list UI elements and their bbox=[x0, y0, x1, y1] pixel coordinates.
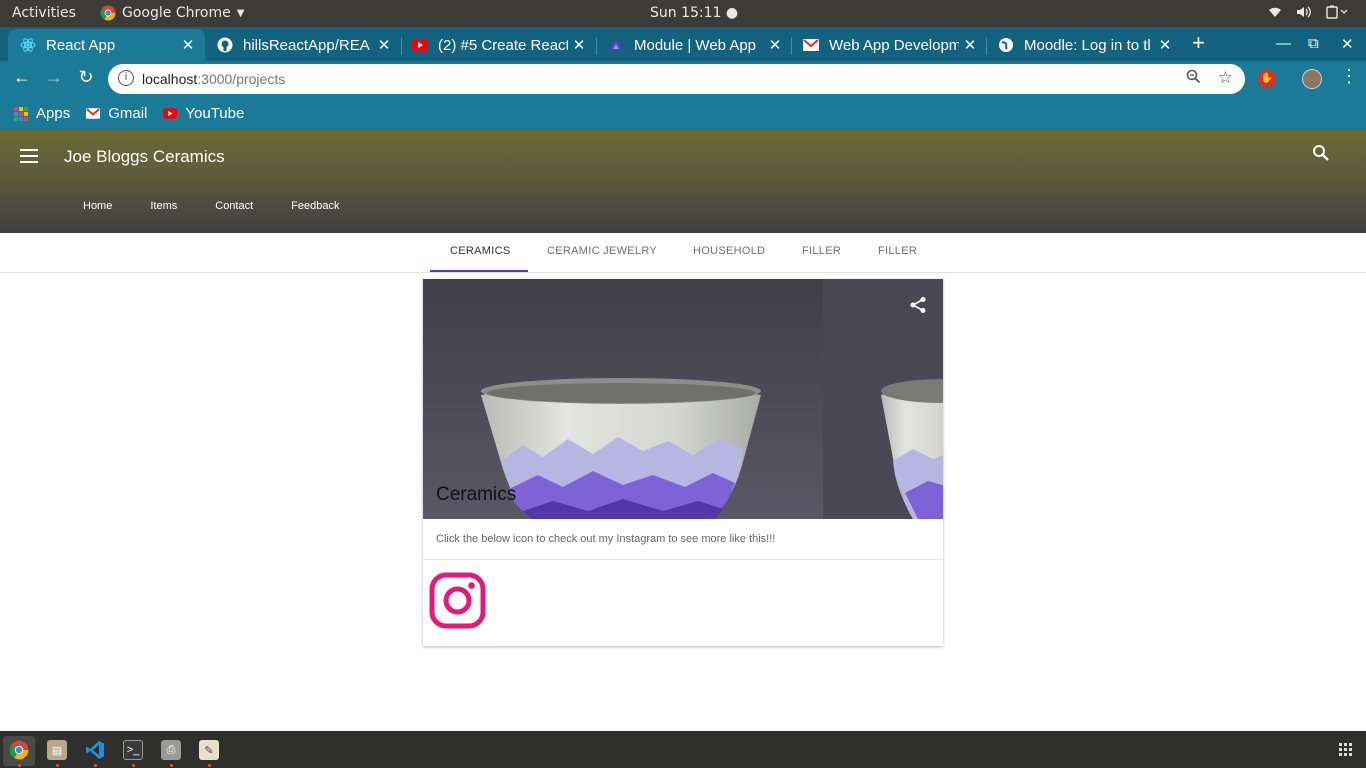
tab-title: Module | Web App bbox=[634, 36, 757, 54]
nav-link-home[interactable]: Home bbox=[83, 200, 112, 212]
chrome-icon[interactable] bbox=[9, 740, 29, 760]
chrome-menu-icon[interactable]: ⋮ bbox=[1340, 66, 1358, 87]
instagram-icon[interactable] bbox=[429, 572, 486, 629]
running-indicator bbox=[18, 764, 21, 767]
bookmark-gmail[interactable]: Gmail bbox=[86, 105, 147, 122]
app-header: Joe Bloggs Ceramics Home Items Contact F… bbox=[0, 130, 1366, 233]
close-tab-icon[interactable]: ✕ bbox=[959, 36, 981, 54]
youtube-icon bbox=[412, 37, 428, 53]
project-card: Ceramics Click the below icon to check o… bbox=[423, 279, 943, 646]
app-menu[interactable]: Google Chrome ▼ bbox=[100, 5, 244, 21]
running-indicator bbox=[208, 764, 211, 767]
site-info-icon[interactable]: i bbox=[118, 70, 134, 86]
share-icon[interactable] bbox=[909, 296, 927, 319]
battery-icon bbox=[1326, 5, 1348, 23]
tab-title: hillsReactApp/REA bbox=[243, 36, 370, 54]
card-description: Click the below icon to check out my Ins… bbox=[436, 533, 776, 545]
main-nav: Home Items Contact Feedback bbox=[83, 200, 377, 212]
active-tab-indicator bbox=[430, 270, 528, 272]
running-indicator bbox=[94, 764, 97, 767]
bookmark-label: Apps bbox=[36, 105, 71, 122]
module-icon bbox=[608, 37, 624, 53]
url-text[interactable]: localhost:3000/projects bbox=[142, 71, 285, 87]
browser-tab[interactable]: Module | Web App ✕ bbox=[596, 29, 792, 61]
react-icon bbox=[20, 37, 36, 53]
bookmark-apps[interactable]: Apps bbox=[14, 105, 70, 122]
bookmark-youtube[interactable]: YouTube bbox=[163, 105, 244, 122]
zoom-icon[interactable] bbox=[1186, 69, 1201, 88]
activities-button[interactable]: Activities bbox=[12, 5, 76, 21]
apps-grid-icon bbox=[14, 106, 28, 121]
close-tab-icon[interactable]: ✕ bbox=[373, 36, 395, 54]
vscode-icon[interactable] bbox=[85, 740, 105, 760]
category-tabs: CERAMICS CERAMIC JEWELRY HOUSEHOLD FILLE… bbox=[0, 233, 1366, 273]
youtube-icon bbox=[163, 107, 178, 121]
running-indicator bbox=[56, 764, 59, 767]
site-title: Joe Bloggs Ceramics bbox=[64, 147, 225, 166]
tab-filler[interactable]: FILLER bbox=[802, 245, 841, 257]
close-tab-icon[interactable]: ✕ bbox=[177, 36, 199, 54]
nav-link-contact[interactable]: Contact bbox=[215, 200, 253, 212]
adblock-extension-icon[interactable]: ✋ bbox=[1258, 70, 1276, 88]
nav-link-items[interactable]: Items bbox=[150, 200, 177, 212]
browser-tab[interactable]: Web App Developm ✕ bbox=[791, 29, 987, 61]
show-applications-icon[interactable] bbox=[1339, 743, 1352, 756]
close-window-icon[interactable]: ✕ bbox=[1341, 35, 1354, 53]
system-top-bar: Activities Google Chrome ▼ Sun 15:11 ● bbox=[0, 0, 1366, 27]
chevron-down-icon: ▼ bbox=[236, 7, 245, 19]
volume-icon bbox=[1296, 5, 1312, 23]
close-tab-icon[interactable]: ✕ bbox=[568, 36, 590, 54]
card-title: Ceramics bbox=[436, 484, 517, 505]
restore-icon[interactable]: ⧉ bbox=[1308, 35, 1319, 52]
bookmark-label: Gmail bbox=[108, 105, 148, 122]
tab-title: Moodle: Log in to tl bbox=[1024, 36, 1151, 54]
chrome-icon bbox=[100, 5, 116, 21]
notification-dot-icon: ● bbox=[725, 5, 739, 21]
text-editor-icon[interactable]: ✎ bbox=[199, 740, 219, 760]
browser-tab[interactable]: hillsReactApp/REA ✕ bbox=[205, 29, 401, 61]
wifi-icon bbox=[1268, 5, 1282, 23]
tab-filler-2[interactable]: FILLER bbox=[878, 245, 917, 257]
tab-title: (2) #5 Create React bbox=[438, 36, 568, 54]
tab-household[interactable]: HOUSEHOLD bbox=[693, 245, 765, 257]
ceramic-bowl-image bbox=[423, 279, 943, 519]
clock[interactable]: Sun 15:11 ● bbox=[650, 5, 738, 21]
bookmark-star-icon[interactable]: ☆ bbox=[1218, 68, 1233, 88]
github-icon bbox=[217, 37, 233, 53]
browser-tab[interactable]: React App ✕ bbox=[8, 29, 205, 61]
running-indicator bbox=[170, 764, 173, 767]
bookmark-label: YouTube bbox=[185, 105, 245, 122]
menu-icon[interactable] bbox=[20, 149, 38, 167]
bookmarks-bar: Apps Gmail YouTube bbox=[0, 97, 1366, 130]
printer-icon[interactable]: ⎙ bbox=[161, 740, 181, 760]
divider bbox=[423, 559, 943, 560]
close-tab-icon[interactable]: ✕ bbox=[1154, 36, 1176, 54]
app-menu-label: Google Chrome bbox=[122, 5, 231, 21]
browser-toolbar: ← → ↻ i localhost:3000/projects ☆ bbox=[0, 61, 1366, 97]
running-indicator bbox=[132, 764, 135, 767]
nav-link-feedback[interactable]: Feedback bbox=[291, 200, 339, 212]
tab-strip: React App ✕ hillsReactApp/REA ✕ (2) #5 C… bbox=[0, 27, 1366, 61]
globe-icon bbox=[998, 37, 1014, 53]
reload-icon[interactable]: ↻ bbox=[74, 67, 98, 88]
system-tray[interactable] bbox=[1268, 5, 1348, 23]
address-bar[interactable]: i localhost:3000/projects ☆ bbox=[108, 64, 1245, 94]
tab-ceramics[interactable]: CERAMICS bbox=[450, 245, 510, 257]
files-icon[interactable]: ▤ bbox=[47, 740, 67, 760]
back-arrow-icon[interactable]: ← bbox=[10, 67, 34, 88]
search-icon[interactable] bbox=[1312, 144, 1330, 162]
tab-ceramic-jewelry[interactable]: CERAMIC JEWELRY bbox=[547, 245, 657, 257]
minimize-icon[interactable]: — bbox=[1276, 35, 1291, 52]
gmail-icon bbox=[86, 107, 101, 121]
gmail-icon bbox=[803, 37, 819, 53]
new-tab-button[interactable]: + bbox=[1192, 30, 1205, 56]
tab-title: React App bbox=[46, 36, 116, 54]
forward-arrow-icon[interactable]: → bbox=[42, 67, 66, 88]
terminal-icon[interactable]: >_ bbox=[123, 740, 143, 760]
browser-tab[interactable]: (2) #5 Create React ✕ bbox=[400, 29, 596, 61]
tab-title: Web App Developm bbox=[829, 36, 959, 54]
profile-avatar[interactable] bbox=[1302, 69, 1322, 89]
browser-tab[interactable]: Moodle: Log in to tl ✕ bbox=[986, 29, 1182, 61]
close-tab-icon[interactable]: ✕ bbox=[764, 36, 786, 54]
